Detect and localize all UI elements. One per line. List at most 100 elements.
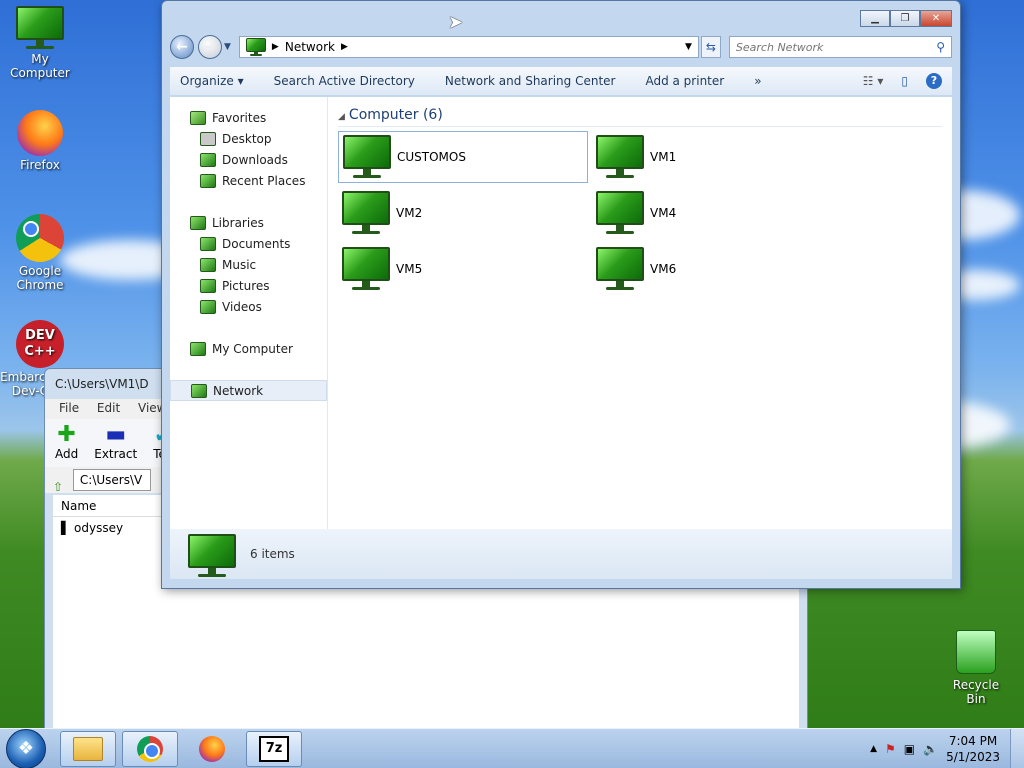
desktop-icon-firefox[interactable]: Firefox — [0, 110, 80, 172]
refresh-button[interactable]: ⇆ — [700, 36, 721, 58]
computer-tile[interactable]: VM2 — [338, 187, 588, 239]
computer-icon — [596, 191, 644, 235]
details-pane: 6 items — [170, 529, 952, 579]
back-button[interactable]: ← — [170, 35, 194, 59]
breadcrumb-network[interactable]: Network — [285, 40, 335, 54]
computer-icon — [190, 341, 206, 356]
nav-favorites[interactable]: Favorites — [170, 107, 327, 128]
computer-name: VM2 — [396, 206, 423, 220]
system-tray: ▲ ⚑ ▣ 🔈 7:04 PM 5/1/2023 — [870, 733, 1000, 765]
computer-icon — [342, 191, 390, 235]
desktop-icon-recycle-bin[interactable]: Recycle Bin — [944, 630, 1008, 706]
devcpp-icon: DEV C++ — [16, 320, 64, 368]
search-box[interactable]: ⚲ — [728, 36, 952, 58]
taskbar: ❖ 7z ▲ ⚑ ▣ 🔈 7:04 PM 5/1/2023 — [0, 728, 1024, 768]
computer-name: CUSTOMOS — [397, 150, 466, 164]
taskbar-explorer-button[interactable] — [60, 730, 116, 767]
folder-icon — [73, 736, 103, 761]
music-icon — [200, 257, 216, 272]
chrome-icon — [137, 735, 163, 762]
action-center-icon[interactable]: ⚑ — [885, 742, 896, 756]
collapse-icon: ◢ — [338, 112, 345, 122]
menu-edit[interactable]: Edit — [97, 401, 120, 415]
breadcrumb-separator[interactable]: ▶ — [272, 42, 279, 52]
add-label: Add — [55, 447, 79, 461]
mouse-cursor-icon: ➤ — [448, 12, 464, 33]
folder-up-icon[interactable]: ⇧ — [53, 480, 63, 494]
add-button[interactable]: ✚ Add — [55, 423, 78, 463]
add-printer-button[interactable]: Add a printer — [645, 74, 724, 88]
computer-icon — [596, 135, 644, 179]
more-commands-button[interactable]: » — [754, 74, 761, 88]
nav-pictures[interactable]: Pictures — [170, 275, 327, 296]
desktop-icon-chrome[interactable]: Google Chrome — [0, 214, 80, 292]
menu-file[interactable]: File — [59, 401, 79, 415]
network-sharing-center-button[interactable]: Network and Sharing Center — [445, 74, 616, 88]
path-field[interactable]: C:\Users\V — [72, 469, 151, 491]
taskbar-chrome-button[interactable] — [122, 730, 178, 767]
nav-my-computer[interactable]: My Computer — [170, 338, 327, 359]
close-button[interactable]: ✕ — [920, 10, 952, 27]
taskbar-7zip-button[interactable]: 7z — [246, 730, 302, 767]
nav-desktop[interactable]: Desktop — [170, 128, 327, 149]
chrome-icon — [16, 214, 64, 262]
nav-music[interactable]: Music — [170, 254, 327, 275]
pictures-icon — [200, 278, 216, 293]
plus-icon: ✚ — [57, 422, 76, 447]
forward-button[interactable]: → — [198, 35, 222, 59]
computer-name: VM1 — [650, 150, 677, 164]
network-icon — [245, 38, 266, 56]
desktop-icon-label: Recycle Bin — [952, 678, 1000, 706]
recent-pages-dropdown[interactable]: ▼ — [224, 42, 231, 52]
search-icon: ⚲ — [936, 40, 945, 54]
computer-icon — [342, 247, 390, 291]
computer-icon — [596, 247, 644, 291]
sevenzip-icon: 7z — [259, 735, 289, 762]
recycle-bin-icon — [956, 630, 996, 674]
computer-tile[interactable]: CUSTOMOS — [338, 131, 588, 183]
address-bar[interactable]: ▶ Network ▶ ▼ — [238, 36, 699, 58]
desktop-icon-label: My Computer — [10, 52, 70, 80]
minimize-button[interactable]: ▁ — [860, 10, 890, 27]
clock-date: 5/1/2023 — [946, 749, 1000, 764]
search-input[interactable] — [735, 40, 937, 54]
volume-icon[interactable]: 🔈 — [923, 742, 938, 756]
minus-icon: ▬ — [105, 422, 127, 447]
computer-tile[interactable]: VM4 — [592, 187, 842, 239]
view-options-icon[interactable]: ☷ ▾ — [863, 74, 884, 88]
nav-documents[interactable]: Documents — [170, 233, 327, 254]
star-icon — [190, 110, 206, 125]
computer-name: VM5 — [396, 262, 423, 276]
preview-pane-icon[interactable]: ▯ — [901, 74, 908, 88]
firefox-icon — [17, 110, 63, 156]
extract-button[interactable]: ▬ Extract — [94, 423, 137, 463]
nav-network[interactable]: Network — [170, 380, 327, 401]
breadcrumb-separator[interactable]: ▶ — [341, 42, 348, 52]
maximize-button[interactable]: ❐ — [890, 10, 920, 27]
taskbar-firefox-button[interactable] — [184, 731, 240, 767]
computer-icon — [343, 135, 391, 179]
search-active-directory-button[interactable]: Search Active Directory — [274, 74, 415, 88]
computer-tile[interactable]: VM1 — [592, 131, 842, 183]
computer-tile[interactable]: VM5 — [338, 243, 588, 295]
explorer-window[interactable]: ▁ ❐ ✕ ← → ▼ ▶ Network ▶ ▼ ⇆ ⚲ Organize ▾… — [161, 0, 961, 589]
library-icon — [190, 215, 206, 230]
nav-downloads[interactable]: Downloads — [170, 149, 327, 170]
nav-libraries[interactable]: Libraries — [170, 212, 327, 233]
clock[interactable]: 7:04 PM 5/1/2023 — [946, 733, 1000, 765]
desktop-icon-my-computer[interactable]: My Computer — [0, 6, 80, 80]
show-desktop-button[interactable] — [1010, 728, 1024, 768]
nav-recent-places[interactable]: Recent Places — [170, 170, 327, 191]
help-icon[interactable]: ? — [926, 73, 942, 89]
computer-tile[interactable]: VM6 — [592, 243, 842, 295]
group-header[interactable]: ◢ Computer (6) — [338, 107, 942, 127]
nav-videos[interactable]: Videos — [170, 296, 327, 317]
organize-button[interactable]: Organize ▾ — [180, 74, 244, 88]
address-dropdown-icon[interactable]: ▼ — [685, 42, 692, 52]
item-count: 6 items — [250, 547, 295, 561]
clock-time: 7:04 PM — [948, 733, 998, 748]
network-tray-icon[interactable]: ▣ — [904, 742, 915, 756]
desktop-icon — [200, 131, 216, 146]
show-hidden-icons-icon[interactable]: ▲ — [870, 744, 877, 754]
start-button[interactable]: ❖ — [6, 728, 46, 768]
